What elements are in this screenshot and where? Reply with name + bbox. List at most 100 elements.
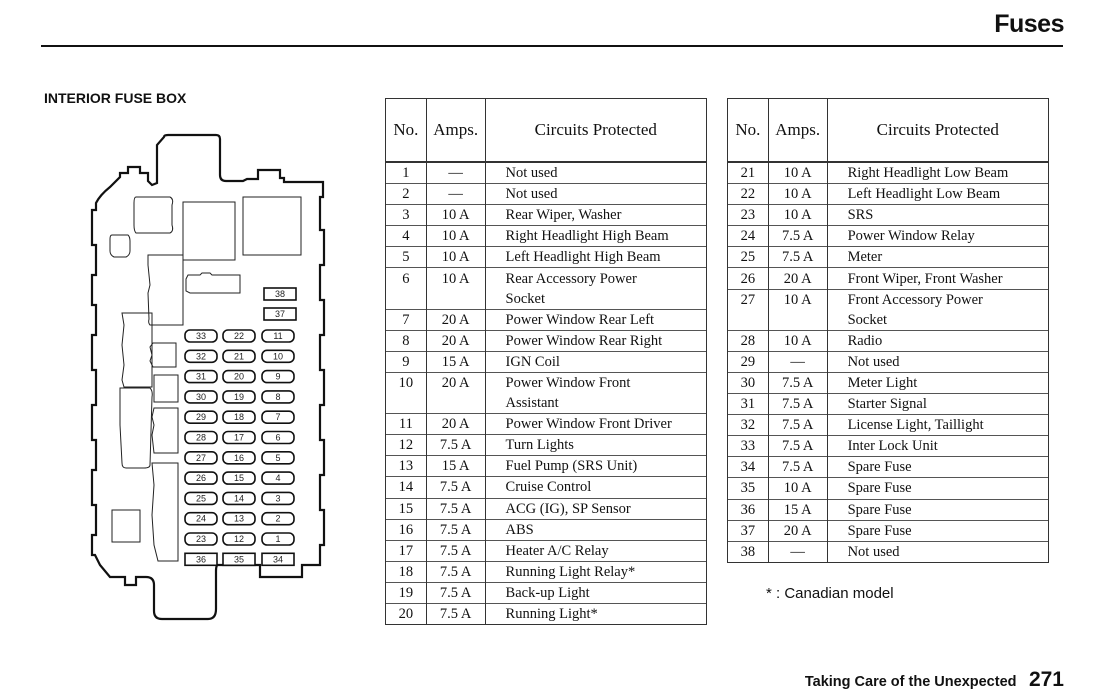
fuse-row: 30 7.5 A Meter Light: [727, 371, 1050, 394]
fuse-slot: 21: [222, 349, 256, 364]
fuse-row: 9 15 A IGN Coil: [385, 350, 708, 373]
connector-block: [153, 374, 179, 403]
fuse-slot: 5: [261, 450, 295, 465]
fuse-number: 5: [385, 246, 427, 268]
fuse-circuit: Radio: [826, 329, 1050, 352]
fuse-slot-label: 14: [234, 493, 244, 503]
fuse-circuit: Starter Signal: [826, 393, 1050, 415]
fuse-row: 8 20 A Power Window Rear Right: [385, 329, 708, 352]
fuse-slot-label: 6: [275, 433, 280, 443]
page-number: 271: [1028, 668, 1064, 691]
fuse-row: 13 15 A Fuel Pump (SRS Unit): [385, 455, 708, 477]
fuse-amps: 7.5 A: [425, 560, 486, 583]
fuse-row: 7 20 A Power Window Rear Left: [385, 308, 708, 331]
connector-block: [151, 407, 179, 454]
fuse-slot: 26: [184, 471, 218, 485]
fuse-slot-label: 32: [196, 351, 206, 361]
fuse-row-continuation: Socket: [385, 288, 708, 310]
page-title: Fuses: [994, 10, 1064, 38]
fuse-slot-label: 26: [196, 473, 206, 483]
fuse-amps: 7.5 A: [767, 414, 828, 436]
fuse-number: 7: [385, 308, 427, 331]
fuse-row: 2— Not used: [385, 183, 708, 205]
fuse-number: 14: [385, 476, 427, 498]
fuse-row: 18 7.5 A Running Light Relay*: [385, 560, 708, 583]
fuse-circuit: Cruise Control: [484, 476, 708, 498]
fuse-slot-label: 4: [275, 473, 280, 483]
fuse-number: 31: [727, 393, 769, 415]
fuse-number: 27: [727, 288, 769, 310]
fuse-slot-label: 23: [196, 534, 206, 544]
fuse-row: 4 10 A Right Headlight High Beam: [385, 225, 708, 247]
spare-fuse-slot: 35: [222, 552, 256, 567]
fuse-slot-label: 25: [196, 493, 206, 503]
fuse-slot-label: 36: [196, 554, 206, 564]
fuse-slot-label: 21: [234, 351, 244, 361]
fuse-row: 15 7.5 A ACG (IG), SP Sensor: [385, 497, 708, 520]
fuse-amps: 20 A: [425, 308, 486, 331]
fuse-slot: 31: [184, 369, 218, 384]
fuse-slot: 20: [222, 369, 256, 384]
fuse-slot: 13: [222, 511, 256, 526]
fuse-number: 25: [727, 246, 769, 268]
fuse-circuit: License Light, Taillight: [826, 414, 1050, 436]
fuse-table-left: No. Amps. Circuits Protected 1— Not used 2…: [385, 98, 708, 626]
interior-fuse-box-diagram: 383733 22 1132 21 1031 20 930 19 829 18 728 17 627 16…: [90, 133, 326, 621]
fuse-number: 38: [727, 540, 769, 563]
fuse-amps: 10 A: [767, 329, 828, 352]
fuse-amps: 10 A: [425, 246, 486, 268]
fuse-slot-label: 19: [234, 392, 244, 402]
fuse-row: 3 10 A Rear Wiper, Washer: [385, 204, 708, 226]
fuse-amps: 7.5 A: [767, 246, 828, 268]
fuse-slot: 17: [222, 430, 256, 445]
fuse-amps: 10 A: [425, 225, 486, 247]
fuse-amps: 15 A: [767, 498, 828, 521]
fuse-number: 36: [727, 498, 769, 521]
fuse-circuit: Meter Light: [826, 371, 1050, 394]
fuse-slot: 2: [261, 511, 295, 526]
fuse-amps: 10 A: [425, 204, 486, 226]
footnote: * : Canadian model: [766, 585, 894, 602]
fuse-amps: 15 A: [425, 455, 486, 477]
fuse-slot: 14: [222, 491, 256, 506]
fuse-number: 8: [385, 329, 427, 352]
fuse-slot: 30: [184, 390, 218, 404]
fuse-circuit: Spare Fuse: [826, 456, 1050, 478]
fuse-circuit: Rear Wiper, Washer: [484, 204, 708, 226]
fuse-row: 29— Not used: [727, 350, 1050, 373]
fuse-slot: 15: [222, 471, 256, 485]
fuse-slot-label: 8: [275, 392, 280, 402]
fuse-circuit: Power Window Front: [484, 371, 708, 394]
column-header-no: No.: [727, 98, 769, 163]
fuse-row: 26 20 A Front Wiper, Front Washer: [727, 267, 1050, 290]
fuse-number: 33: [727, 435, 769, 457]
fuse-row: 24 7.5 A Power Window Relay: [727, 225, 1050, 247]
fuse-slot: 8: [261, 390, 295, 404]
fuse-row: 38— Not used: [727, 540, 1050, 563]
fuse-slot: 6: [261, 430, 295, 445]
fuse-row: 33 7.5 A Inter Lock Unit: [727, 435, 1050, 457]
connector-block: [185, 272, 241, 294]
fuse-circuit: ABS: [484, 518, 708, 541]
fuse-slot-label: 20: [234, 372, 244, 382]
page-footer: Taking Care of the Unexpected 271: [805, 668, 1064, 692]
fuse-number: 32: [727, 414, 769, 436]
fuse-row: 19 7.5 A Back-up Light: [385, 581, 708, 604]
fuse-row: 16 7.5 A ABS: [385, 518, 708, 541]
fuse-amps: 10 A: [767, 204, 828, 226]
fuse-number: 37: [727, 519, 769, 542]
connector-block: [111, 509, 141, 543]
fuse-circuit: Turn Lights: [484, 434, 708, 456]
fuse-number: 18: [385, 560, 427, 583]
fuse-slot: 1: [261, 532, 295, 546]
fuse-circuit-continued: Socket: [826, 309, 1050, 331]
fuse-circuit: IGN Coil: [484, 350, 708, 373]
column-header-no: No.: [385, 98, 427, 163]
fuse-slot: 29: [184, 410, 218, 425]
fuse-circuit: Spare Fuse: [826, 519, 1050, 542]
fuse-circuit: Spare Fuse: [826, 498, 1050, 521]
fuse-number: 9: [385, 350, 427, 373]
fuse-circuit: Running Light*: [484, 602, 708, 626]
fuse-circuit: Not used: [484, 161, 708, 184]
fuse-slot-label: 30: [196, 392, 206, 402]
